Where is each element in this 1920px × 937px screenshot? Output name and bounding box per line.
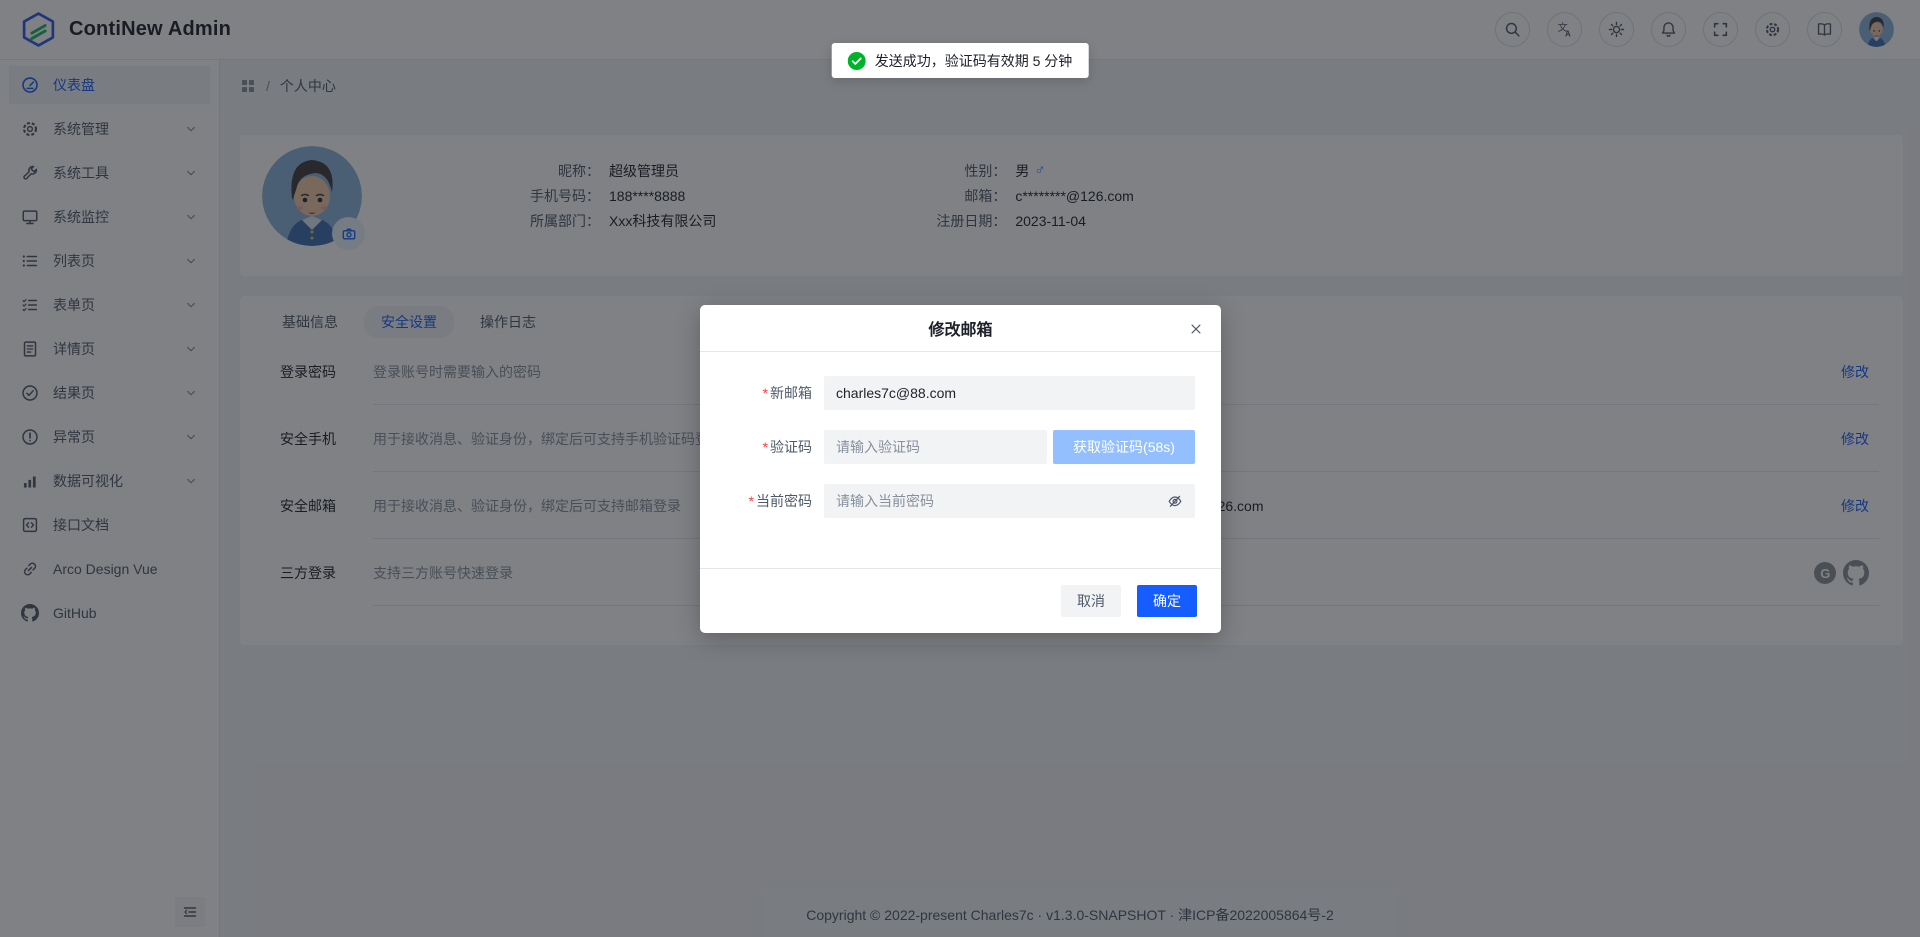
form-row-new-email: *新邮箱 — [720, 376, 1195, 410]
form-row-current-password: *当前密码 — [720, 484, 1195, 518]
current-password-input-box — [824, 484, 1195, 518]
new-email-input-box — [824, 376, 1195, 410]
new-email-input[interactable] — [836, 385, 1183, 401]
form-row-verification-code: *验证码 获取验证码(58s) — [720, 430, 1195, 464]
cancel-button[interactable]: 取消 — [1061, 585, 1121, 617]
modal-title: 修改邮箱 — [928, 316, 992, 340]
modal-header: 修改邮箱 — [700, 305, 1221, 352]
confirm-button[interactable]: 确定 — [1137, 585, 1197, 617]
current-password-input[interactable] — [836, 493, 1159, 509]
field-label: *当前密码 — [720, 491, 812, 511]
required-star: * — [749, 493, 754, 509]
toast-message: 发送成功，验证码有效期 5 分钟 — [875, 51, 1073, 71]
field-label: *验证码 — [720, 437, 812, 457]
verification-code-input[interactable] — [836, 439, 1035, 455]
success-check-icon — [848, 52, 866, 70]
get-code-button[interactable]: 获取验证码(58s) — [1053, 430, 1195, 464]
modal-body: *新邮箱 *验证码 获取验证码(58s) *当前密码 — [700, 352, 1221, 518]
close-icon[interactable] — [1185, 318, 1207, 340]
verification-code-input-box — [824, 430, 1047, 464]
required-star: * — [763, 439, 768, 455]
change-email-modal: 修改邮箱 *新邮箱 *验证码 获取验证码(58s) *当前密码 — [700, 305, 1221, 633]
eye-invisible-icon[interactable] — [1167, 493, 1183, 509]
modal-footer: 取消 确定 — [700, 568, 1221, 633]
required-star: * — [763, 385, 768, 401]
success-toast: 发送成功，验证码有效期 5 分钟 — [832, 43, 1089, 78]
field-label: *新邮箱 — [720, 383, 812, 403]
